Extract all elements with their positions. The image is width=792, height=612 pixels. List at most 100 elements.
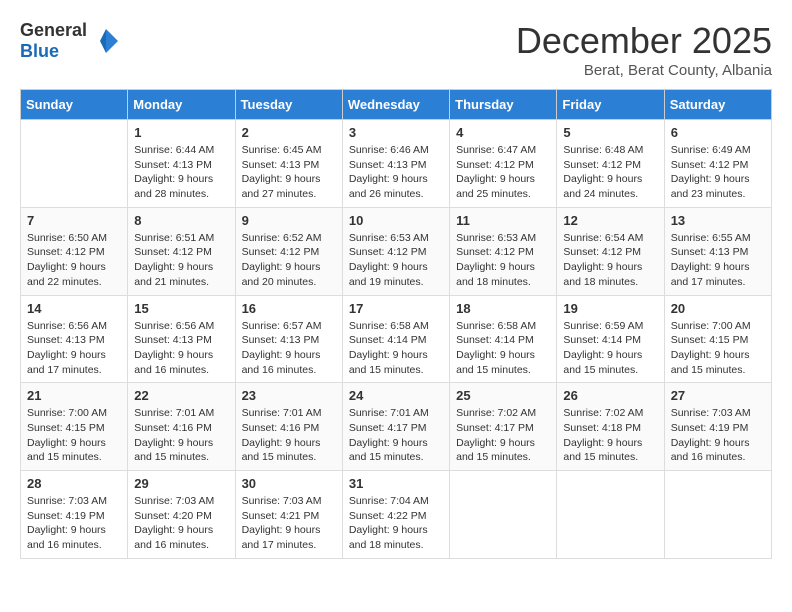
calendar-cell: 28Sunrise: 7:03 AMSunset: 4:19 PMDayligh… (21, 471, 128, 559)
logo: General Blue (20, 20, 122, 62)
calendar-table: SundayMondayTuesdayWednesdayThursdayFrid… (20, 89, 772, 559)
day-info: Sunrise: 6:55 AMSunset: 4:13 PMDaylight:… (671, 231, 765, 290)
day-number: 23 (242, 388, 336, 403)
day-info: Sunrise: 6:54 AMSunset: 4:12 PMDaylight:… (563, 231, 657, 290)
day-number: 30 (242, 476, 336, 491)
day-info: Sunrise: 6:58 AMSunset: 4:14 PMDaylight:… (456, 319, 550, 378)
day-info: Sunrise: 6:53 AMSunset: 4:12 PMDaylight:… (456, 231, 550, 290)
calendar-cell: 21Sunrise: 7:00 AMSunset: 4:15 PMDayligh… (21, 383, 128, 471)
day-info: Sunrise: 6:49 AMSunset: 4:12 PMDaylight:… (671, 143, 765, 202)
day-info: Sunrise: 6:58 AMSunset: 4:14 PMDaylight:… (349, 319, 443, 378)
calendar-cell: 27 Sunrise: 7:03 AMSunset: 4:19 PMDayligh… (664, 383, 771, 471)
day-info: Sunrise: 6:53 AMSunset: 4:12 PMDaylight:… (349, 231, 443, 290)
calendar-cell: 7 Sunrise: 6:50 AMSunset: 4:12 PMDaylight… (21, 207, 128, 295)
calendar-cell: 2 Sunrise: 6:45 AMSunset: 4:13 PMDaylight… (235, 120, 342, 208)
day-number: 5 (563, 125, 657, 140)
calendar-cell: 3 Sunrise: 6:46 AMSunset: 4:13 PMDaylight… (342, 120, 449, 208)
day-number: 14 (27, 301, 121, 316)
day-info: Sunrise: 7:01 AMSunset: 4:16 PMDaylight:… (242, 406, 336, 465)
day-number: 3 (349, 125, 443, 140)
main-title: December 2025 (516, 20, 772, 62)
day-number: 1 (134, 125, 228, 140)
calendar-cell: 13Sunrise: 6:55 AMSunset: 4:13 PMDayligh… (664, 207, 771, 295)
day-number: 15 (134, 301, 228, 316)
calendar-cell (557, 471, 664, 559)
day-number: 2 (242, 125, 336, 140)
day-number: 6 (671, 125, 765, 140)
day-info: Sunrise: 6:48 AMSunset: 4:12 PMDaylight:… (563, 143, 657, 202)
title-area: December 2025 Berat, Berat County, Alban… (516, 20, 772, 79)
day-number: 7 (27, 213, 121, 228)
day-number: 25 (456, 388, 550, 403)
calendar-cell: 8Sunrise: 6:51 AMSunset: 4:12 PMDaylight… (128, 207, 235, 295)
day-info: Sunrise: 6:46 AMSunset: 4:13 PMDaylight:… (349, 143, 443, 202)
day-info: Sunrise: 7:03 AMSunset: 4:20 PMDaylight:… (134, 494, 228, 553)
day-number: 4 (456, 125, 550, 140)
day-number: 11 (456, 213, 550, 228)
calendar-cell (664, 471, 771, 559)
calendar-cell: 14 Sunrise: 6:56 AMSunset: 4:13 PMDayligh… (21, 295, 128, 383)
day-number: 18 (456, 301, 550, 316)
calendar-cell: 25 Sunrise: 7:02 AMSunset: 4:17 PMDayligh… (450, 383, 557, 471)
day-number: 12 (563, 213, 657, 228)
day-info: Sunrise: 6:52 AMSunset: 4:12 PMDaylight:… (242, 231, 336, 290)
weekday-header-sunday: Sunday (21, 90, 128, 120)
calendar-cell: 30 Sunrise: 7:03 AMSunset: 4:21 PMDayligh… (235, 471, 342, 559)
day-number: 27 (671, 388, 765, 403)
day-info: Sunrise: 6:57 AMSunset: 4:13 PMDaylight:… (242, 319, 336, 378)
logo-text: General Blue (20, 20, 87, 62)
day-number: 24 (349, 388, 443, 403)
day-info: Sunrise: 7:02 AMSunset: 4:18 PMDaylight:… (563, 406, 657, 465)
weekday-header-tuesday: Tuesday (235, 90, 342, 120)
day-info: Sunrise: 6:45 AMSunset: 4:13 PMDaylight:… (242, 143, 336, 202)
calendar-cell: 17 Sunrise: 6:58 AMSunset: 4:14 PMDayligh… (342, 295, 449, 383)
day-number: 22 (134, 388, 228, 403)
calendar-cell (450, 471, 557, 559)
calendar-cell: 9 Sunrise: 6:52 AMSunset: 4:12 PMDaylight… (235, 207, 342, 295)
day-info: Sunrise: 6:47 AMSunset: 4:12 PMDaylight:… (456, 143, 550, 202)
calendar-cell: 24 Sunrise: 7:01 AMSunset: 4:17 PMDayligh… (342, 383, 449, 471)
day-info: Sunrise: 6:50 AMSunset: 4:12 PMDaylight:… (27, 231, 121, 290)
day-number: 17 (349, 301, 443, 316)
day-number: 16 (242, 301, 336, 316)
calendar-cell: 5 Sunrise: 6:48 AMSunset: 4:12 PMDaylight… (557, 120, 664, 208)
day-info: Sunrise: 6:56 AMSunset: 4:13 PMDaylight:… (27, 319, 121, 378)
logo-blue: Blue (20, 41, 59, 61)
day-info: Sunrise: 7:02 AMSunset: 4:17 PMDaylight:… (456, 406, 550, 465)
day-info: Sunrise: 7:03 AMSunset: 4:19 PMDaylight:… (671, 406, 765, 465)
calendar-cell: 6 Sunrise: 6:49 AMSunset: 4:12 PMDaylight… (664, 120, 771, 208)
weekday-header-wednesday: Wednesday (342, 90, 449, 120)
day-number: 19 (563, 301, 657, 316)
calendar-cell: 15Sunrise: 6:56 AMSunset: 4:13 PMDayligh… (128, 295, 235, 383)
day-info: Sunrise: 7:00 AMSunset: 4:15 PMDaylight:… (671, 319, 765, 378)
day-info: Sunrise: 7:01 AMSunset: 4:17 PMDaylight:… (349, 406, 443, 465)
subtitle: Berat, Berat County, Albania (516, 62, 772, 79)
weekday-header-friday: Friday (557, 90, 664, 120)
calendar-cell: 31 Sunrise: 7:04 AMSunset: 4:22 PMDayligh… (342, 471, 449, 559)
day-info: Sunrise: 7:00 AMSunset: 4:15 PMDaylight:… (27, 406, 121, 465)
calendar-cell: 12 Sunrise: 6:54 AMSunset: 4:12 PMDayligh… (557, 207, 664, 295)
logo-icon (90, 25, 122, 57)
calendar-cell: 22 Sunrise: 7:01 AMSunset: 4:16 PMDayligh… (128, 383, 235, 471)
day-info: Sunrise: 6:44 AMSunset: 4:13 PMDaylight:… (134, 143, 228, 202)
calendar-cell: 1 Sunrise: 6:44 AMSunset: 4:13 PMDaylight… (128, 120, 235, 208)
calendar-cell: 20Sunrise: 7:00 AMSunset: 4:15 PMDayligh… (664, 295, 771, 383)
day-info: Sunrise: 6:59 AMSunset: 4:14 PMDaylight:… (563, 319, 657, 378)
day-info: Sunrise: 7:01 AMSunset: 4:16 PMDaylight:… (134, 406, 228, 465)
weekday-header-thursday: Thursday (450, 90, 557, 120)
day-info: Sunrise: 7:04 AMSunset: 4:22 PMDaylight:… (349, 494, 443, 553)
day-info: Sunrise: 6:51 AMSunset: 4:12 PMDaylight:… (134, 231, 228, 290)
day-info: Sunrise: 7:03 AMSunset: 4:21 PMDaylight:… (242, 494, 336, 553)
calendar-cell: 29Sunrise: 7:03 AMSunset: 4:20 PMDayligh… (128, 471, 235, 559)
calendar-cell: 16 Sunrise: 6:57 AMSunset: 4:13 PMDayligh… (235, 295, 342, 383)
calendar-cell: 26Sunrise: 7:02 AMSunset: 4:18 PMDayligh… (557, 383, 664, 471)
day-number: 9 (242, 213, 336, 228)
day-number: 28 (27, 476, 121, 491)
day-number: 31 (349, 476, 443, 491)
calendar-cell: 23 Sunrise: 7:01 AMSunset: 4:16 PMDayligh… (235, 383, 342, 471)
day-number: 10 (349, 213, 443, 228)
page-header: General Blue December 2025 Berat, Berat … (20, 20, 772, 79)
logo-general: General (20, 20, 87, 40)
calendar-cell: 10 Sunrise: 6:53 AMSunset: 4:12 PMDayligh… (342, 207, 449, 295)
calendar-cell: 18 Sunrise: 6:58 AMSunset: 4:14 PMDayligh… (450, 295, 557, 383)
